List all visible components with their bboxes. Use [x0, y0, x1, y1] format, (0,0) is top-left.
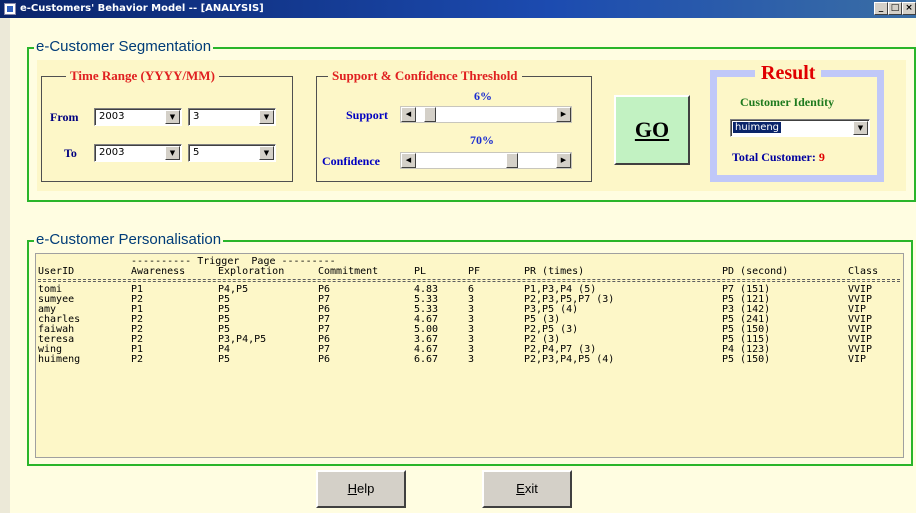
table-cell: 6.67 — [414, 354, 439, 365]
support-track[interactable] — [416, 107, 556, 122]
support-percent: 6% — [474, 89, 492, 103]
from-year-select[interactable]: 2003 ▼ — [94, 108, 182, 126]
column-header: PR (times) — [524, 266, 585, 277]
time-range-title: Time Range (YYYY/MM) — [66, 68, 219, 84]
table-cell: huimeng — [38, 354, 81, 365]
personalisation-title: e-Customer Personalisation — [34, 231, 224, 248]
column-header: PL — [414, 266, 427, 277]
go-button[interactable]: GO — [614, 95, 690, 165]
customer-identity-value: huimeng — [733, 122, 782, 133]
total-customer-label: Total Customer: — [732, 150, 816, 164]
threshold-title: Support & Confidence Threshold — [328, 68, 522, 84]
to-month-select[interactable]: 5 ▼ — [188, 144, 276, 162]
arrow-left-icon[interactable]: ◀ — [401, 153, 416, 168]
confidence-percent: 70% — [470, 133, 494, 147]
chevron-down-icon[interactable]: ▼ — [165, 110, 180, 124]
column-header: Exploration — [218, 266, 285, 277]
to-year-value: 2003 — [99, 147, 125, 158]
from-label: From — [50, 110, 79, 124]
title-bar: e-Customers' Behavior Model -- [ANALYSIS… — [0, 0, 916, 18]
go-button-label: GO — [634, 117, 670, 142]
chevron-down-icon[interactable]: ▼ — [259, 146, 274, 160]
chevron-down-icon[interactable]: ▼ — [853, 121, 868, 135]
from-year-value: 2003 — [99, 111, 125, 122]
minimize-button[interactable]: _ — [874, 2, 888, 15]
table-cell: P2,P3,P4,P5 (4) — [524, 354, 615, 365]
result-title: Result — [755, 62, 822, 85]
segmentation-title: e-Customer Segmentation — [34, 38, 214, 55]
chevron-down-icon[interactable]: ▼ — [165, 146, 180, 160]
confidence-track[interactable] — [416, 153, 556, 168]
to-year-select[interactable]: 2003 ▼ — [94, 144, 182, 162]
table-cell: VIP — [848, 354, 867, 365]
help-label: elp — [357, 481, 375, 496]
exit-hotkey: E — [516, 481, 525, 496]
table-cell: 3 — [468, 354, 475, 365]
exit-button[interactable]: Exit — [482, 470, 572, 508]
window-title: e-Customers' Behavior Model -- [ANALYSIS… — [20, 3, 264, 14]
time-range-group — [41, 76, 293, 182]
to-label: To — [64, 146, 77, 160]
support-thumb[interactable] — [423, 107, 436, 122]
personalisation-report[interactable]: ---------- Trigger Page --------- UserID… — [35, 253, 904, 458]
app-icon — [4, 3, 16, 15]
confidence-label: Confidence — [322, 154, 380, 168]
support-label: Support — [346, 108, 389, 122]
from-month-value: 3 — [193, 111, 200, 122]
table-cell: P5 — [218, 354, 231, 365]
arrow-right-icon[interactable]: ▶ — [556, 153, 571, 168]
column-header: UserID — [38, 266, 75, 277]
header-divider — [38, 279, 900, 282]
confidence-slider[interactable]: ◀ ▶ — [400, 152, 572, 169]
maximize-button[interactable]: □ — [888, 2, 902, 15]
chevron-down-icon[interactable]: ▼ — [259, 110, 274, 124]
arrow-right-icon[interactable]: ▶ — [556, 107, 571, 122]
close-button[interactable]: × — [902, 2, 916, 15]
column-header: Commitment — [318, 266, 379, 277]
confidence-thumb[interactable] — [505, 153, 518, 168]
customer-identity-label: Customer Identity — [740, 95, 835, 109]
to-month-value: 5 — [193, 147, 200, 158]
arrow-left-icon[interactable]: ◀ — [401, 107, 416, 122]
table-cell: P2 — [131, 354, 144, 365]
help-button[interactable]: Help — [316, 470, 406, 508]
table-cell: P6 — [318, 354, 331, 365]
table-cell: P5 (150) — [722, 354, 771, 365]
column-header: Awareness — [131, 266, 186, 277]
help-hotkey: H — [347, 481, 358, 496]
window-controls: _ □ × — [874, 2, 916, 15]
from-month-select[interactable]: 3 ▼ — [188, 108, 276, 126]
column-header: PD (second) — [722, 266, 789, 277]
column-header: PF — [468, 266, 481, 277]
total-customer: Total Customer: 9 — [732, 150, 825, 165]
exit-label: xit — [524, 481, 538, 496]
total-customer-value: 9 — [818, 150, 825, 164]
support-slider[interactable]: ◀ ▶ — [400, 106, 572, 123]
column-header: Class — [848, 266, 879, 277]
customer-identity-select[interactable]: huimeng ▼ — [730, 119, 870, 137]
